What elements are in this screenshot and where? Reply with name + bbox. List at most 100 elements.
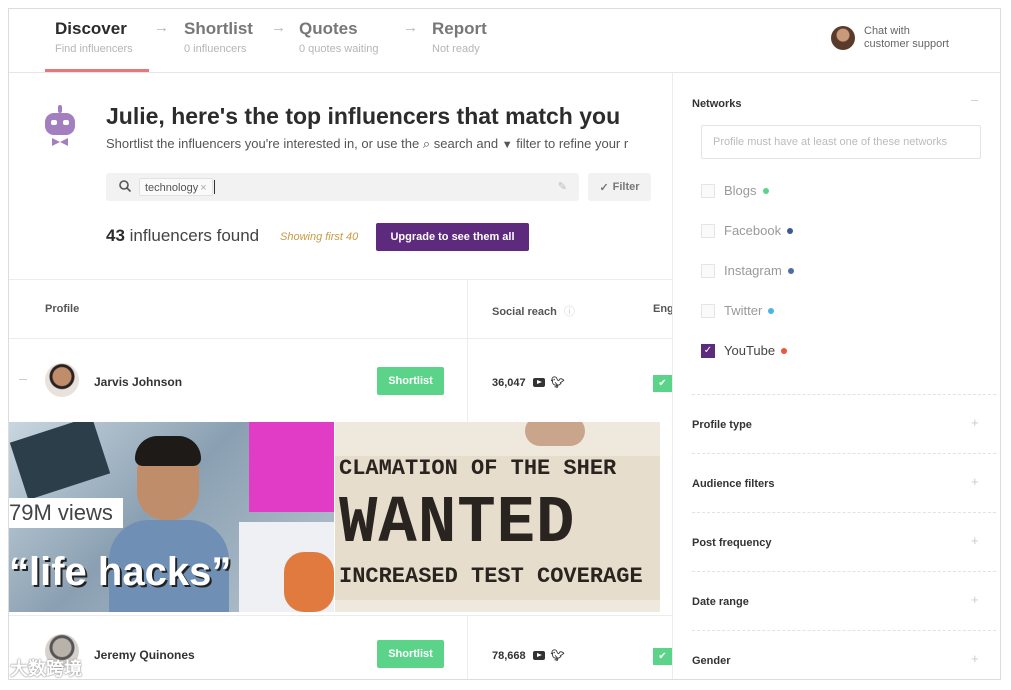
thumbnail-text-wanted: WANTED	[339, 486, 576, 562]
results-label: influencers found	[129, 226, 260, 245]
robot-mascot-icon	[45, 103, 75, 149]
table-row[interactable]: Jarvis Johnson Shortlist 36,047 🐦︎ ✔	[9, 339, 672, 423]
col-engagement[interactable]: Eng	[653, 303, 672, 315]
step-title: Shortlist	[184, 19, 253, 38]
expand-icon[interactable]: +	[971, 474, 979, 489]
column-divider	[467, 339, 468, 423]
col-social-reach[interactable]: Social reach ⓘ	[492, 303, 575, 319]
divider	[692, 512, 996, 513]
support-avatar	[831, 26, 855, 50]
thumbnail-text-line1: CLAMATION OF THE SHER	[339, 456, 617, 481]
network-color-dot	[781, 347, 788, 354]
video-thumbnail-wanted[interactable]: CLAMATION OF THE SHER WANTED INCREASED T…	[335, 422, 660, 612]
video-thumbnail-life-hacks[interactable]: 79M views “life hacks”	[9, 422, 334, 612]
influencer-name[interactable]: Jarvis Johnson	[94, 375, 182, 389]
col-social-reach-label: Social reach	[492, 306, 557, 318]
section-gender[interactable]: Gender	[692, 655, 731, 667]
page-title: Julie, here's the top influencers that m…	[106, 103, 621, 129]
networks-title[interactable]: Networks	[692, 98, 742, 110]
subtitle-filter-word: filter to refine your r	[516, 136, 629, 151]
results-number: 43	[106, 226, 125, 245]
networks-input[interactable]: Profile must have at least one of these …	[701, 125, 981, 159]
network-option-instagram[interactable]: Instagram	[701, 263, 794, 278]
shortlist-button[interactable]: Shortlist	[377, 367, 444, 395]
network-option-youtube[interactable]: ✓ YouTube	[701, 343, 788, 358]
step-subtitle: Not ready	[432, 43, 480, 55]
step-report[interactable]: Report Not ready	[432, 19, 487, 55]
network-option-blogs[interactable]: Blogs	[701, 183, 769, 198]
step-subtitle: 0 influencers	[184, 43, 247, 55]
network-color-dot	[787, 227, 794, 234]
search-icon	[119, 180, 132, 193]
main-content: Julie, here's the top influencers that m…	[9, 73, 672, 679]
shortlist-button[interactable]: Shortlist	[377, 640, 444, 668]
step-discover[interactable]: Discover Find influencers	[55, 19, 133, 55]
youtube-icon	[532, 378, 545, 387]
info-icon[interactable]: ⓘ	[564, 306, 575, 318]
network-label: YouTube	[724, 343, 776, 358]
divider	[692, 453, 996, 454]
showing-note: Showing first 40	[280, 231, 359, 243]
search-small-icon: ⌕	[422, 136, 431, 151]
section-post-frequency[interactable]: Post frequency	[692, 537, 771, 549]
section-audience-filters[interactable]: Audience filters	[692, 478, 775, 490]
watermark-logo: 大数跨境	[10, 659, 82, 679]
thumbnail-text-line3: INCREASED TEST COVERAGE	[339, 564, 643, 589]
search-tag-label: technology	[145, 182, 199, 194]
network-label: Facebook	[724, 223, 782, 238]
section-date-range[interactable]: Date range	[692, 596, 749, 608]
chat-support-link[interactable]: Chat with customer support	[831, 25, 949, 51]
filter-funnel-icon: ▼	[501, 139, 513, 151]
filter-button[interactable]: ✓ Filter	[588, 173, 651, 201]
search-input[interactable]: technology × ✎	[106, 173, 579, 201]
checkbox[interactable]	[701, 223, 715, 238]
column-divider	[467, 615, 468, 679]
network-color-dot	[762, 187, 769, 194]
subtitle-text: Shortlist the influencers you're interes…	[106, 136, 420, 151]
upgrade-button[interactable]: Upgrade to see them all	[376, 223, 529, 251]
expand-icon[interactable]: +	[971, 592, 979, 607]
arrow-right-icon: →	[271, 19, 286, 36]
step-quotes[interactable]: Quotes 0 quotes waiting	[299, 19, 379, 55]
arrow-right-icon: →	[154, 19, 169, 36]
step-title: Discover	[55, 19, 127, 38]
network-option-twitter[interactable]: Twitter	[701, 303, 775, 318]
search-tag[interactable]: technology ×	[139, 178, 213, 196]
support-line2: customer support	[864, 38, 949, 50]
collapse-icon[interactable]	[19, 379, 27, 380]
table-row[interactable]: Jeremy Quinones Shortlist 78,668 🐦︎ ✔	[9, 615, 672, 679]
expand-icon[interactable]: +	[971, 651, 979, 666]
influencer-name[interactable]: Jeremy Quinones	[94, 648, 195, 662]
step-title: Report	[432, 19, 487, 38]
checkbox[interactable]	[701, 263, 715, 278]
remove-tag-icon[interactable]: ×	[200, 182, 206, 194]
network-option-facebook[interactable]: Facebook	[701, 223, 794, 238]
checkbox-checked[interactable]: ✓	[701, 343, 715, 358]
checkbox[interactable]	[701, 303, 715, 318]
subtitle-search-word: search and	[433, 136, 499, 151]
network-label: Twitter	[724, 303, 763, 318]
active-step-underline	[45, 69, 149, 72]
col-profile[interactable]: Profile	[45, 303, 79, 315]
avatar	[45, 363, 79, 397]
network-color-dot	[787, 267, 794, 274]
twitter-icon: 🐦︎	[550, 650, 565, 662]
step-bar: Discover Find influencers → Shortlist 0 …	[9, 9, 1000, 73]
divider	[692, 630, 996, 631]
pin-icon[interactable]: ✎	[558, 180, 567, 193]
checkbox[interactable]	[701, 183, 715, 198]
expand-icon[interactable]: +	[971, 533, 979, 548]
collapse-icon[interactable]: –	[971, 92, 978, 107]
table-header: Profile Social reach ⓘ Eng	[9, 279, 672, 339]
section-profile-type[interactable]: Profile type	[692, 419, 752, 431]
twitter-icon: 🐦︎	[550, 377, 565, 389]
filter-button-label: Filter	[612, 181, 640, 193]
step-title: Quotes	[299, 19, 358, 38]
divider	[692, 571, 996, 572]
filters-panel: Networks – Profile must have at least on…	[672, 73, 1000, 679]
expand-icon[interactable]: +	[971, 415, 979, 430]
step-shortlist[interactable]: Shortlist 0 influencers	[184, 19, 253, 55]
divider	[692, 394, 996, 395]
social-reach-value: 36,047 🐦︎	[492, 376, 565, 390]
app-window: Discover Find influencers → Shortlist 0 …	[8, 8, 1001, 680]
